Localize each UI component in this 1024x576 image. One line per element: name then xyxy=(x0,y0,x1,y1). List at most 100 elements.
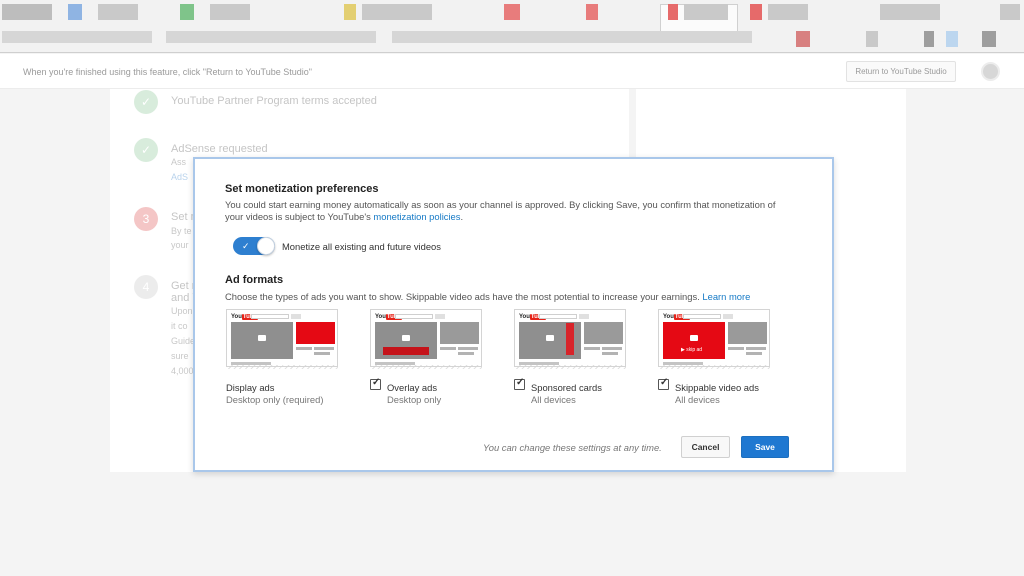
checkmark-icon: ✓ xyxy=(660,377,669,388)
blurred-bookmark[interactable] xyxy=(2,4,52,20)
blurred-extension-icon[interactable] xyxy=(946,31,958,47)
search-bar-shape xyxy=(539,314,577,319)
step-number: 3 xyxy=(134,207,158,231)
ad-format-sub: All devices xyxy=(531,394,576,405)
blurred-bookmark[interactable] xyxy=(68,4,82,20)
overlay-ads-checkbox[interactable]: ✓ xyxy=(370,377,381,390)
sidebar-thumb xyxy=(584,322,623,344)
avatar[interactable] xyxy=(981,62,1000,81)
learn-more-link[interactable]: Learn more xyxy=(702,291,750,302)
display-ads-thumbnail: YouTube xyxy=(226,309,338,367)
sidebar-line xyxy=(314,352,330,355)
blurred-address[interactable] xyxy=(392,31,752,43)
sidebar-line xyxy=(458,352,474,355)
torn-edge xyxy=(226,365,338,369)
step-sub: Ass xyxy=(171,157,187,167)
step-check-icon: ✓ xyxy=(134,90,158,114)
search-button-shape xyxy=(579,314,589,319)
blurred-bookmark[interactable] xyxy=(586,4,598,20)
step-sub-link[interactable]: AdS xyxy=(171,172,188,182)
return-to-studio-button[interactable]: Return to YouTube Studio xyxy=(846,61,956,82)
blurred-bookmark[interactable] xyxy=(880,4,940,20)
video-player-shape xyxy=(231,322,293,359)
sidebar-thumb xyxy=(440,322,479,344)
browser-chrome xyxy=(0,0,1024,53)
ad-format-display: YouTube Display ads Desktop only (requir… xyxy=(226,309,366,405)
ad-format-sub: All devices xyxy=(675,394,720,405)
sidebar-line xyxy=(296,347,312,350)
step-title: YouTube Partner Program terms accepted xyxy=(171,95,377,107)
ad-format-overlay: YouTube ✓ Overlay ads Desktop only xyxy=(370,309,510,405)
sidebar-line xyxy=(440,347,456,350)
display-ad-banner xyxy=(296,322,335,344)
save-button[interactable]: Save xyxy=(741,436,789,458)
sidebar-line xyxy=(746,347,766,350)
toggle-knob xyxy=(257,237,275,255)
logo-you: You xyxy=(375,314,386,320)
dialog-title: Set monetization preferences xyxy=(225,183,379,195)
blurred-address[interactable] xyxy=(166,31,376,43)
ad-format-sponsored-cards: YouTube ✓ Sponsored cards All devices xyxy=(514,309,654,405)
ad-formats-description-text: Choose the types of ads you want to show… xyxy=(225,291,700,302)
blurred-bookmark[interactable] xyxy=(180,4,194,20)
skippable-ads-checkbox[interactable]: ✓ xyxy=(658,377,669,390)
sponsored-cards-checkbox[interactable]: ✓ xyxy=(514,377,525,390)
blurred-bookmark[interactable] xyxy=(210,4,250,20)
torn-edge xyxy=(370,365,482,369)
ad-format-name: Display ads xyxy=(226,382,275,393)
torn-edge xyxy=(514,365,626,369)
sponsored-cards-thumbnail: YouTube xyxy=(514,309,626,367)
skippable-video-shape: ▶ skip ad xyxy=(663,322,725,359)
search-bar-shape xyxy=(251,314,289,319)
blurred-extension-icon[interactable] xyxy=(924,31,934,47)
skippable-ads-thumbnail: YouTube ▶ skip ad xyxy=(658,309,770,367)
blurred-bookmark[interactable] xyxy=(504,4,520,20)
step-sub: Upon xyxy=(171,306,193,316)
search-bar-shape xyxy=(683,314,721,319)
ad-formats-description: Choose the types of ads you want to show… xyxy=(225,291,750,302)
address-row xyxy=(0,31,1024,49)
ad-formats-title: Ad formats xyxy=(225,274,284,286)
step-sub: By te xyxy=(171,226,192,236)
sidebar-line xyxy=(458,347,478,350)
camera-icon xyxy=(546,335,554,341)
blurred-extension-icon[interactable] xyxy=(796,31,810,47)
step-sub: 4,000 xyxy=(171,366,194,376)
step-number: 4 xyxy=(134,275,158,299)
sponsored-card-strip xyxy=(566,323,574,355)
blurred-bookmark[interactable] xyxy=(362,4,432,20)
search-button-shape xyxy=(291,314,301,319)
blurred-extension-icon[interactable] xyxy=(982,31,996,47)
camera-icon xyxy=(690,335,698,341)
cancel-button[interactable]: Cancel xyxy=(681,436,730,458)
overlay-ad-bar xyxy=(383,347,429,355)
ad-format-name: Overlay ads xyxy=(387,382,438,393)
camera-icon xyxy=(258,335,266,341)
blurred-bookmark[interactable] xyxy=(768,4,808,20)
step-sub: your xyxy=(171,240,189,250)
blurred-bookmark[interactable] xyxy=(750,4,762,20)
blurred-extension-icon[interactable] xyxy=(866,31,878,47)
monetize-toggle[interactable]: ✓ xyxy=(233,237,275,255)
blurred-address[interactable] xyxy=(2,31,152,43)
search-button-shape xyxy=(435,314,445,319)
ad-format-name: Sponsored cards xyxy=(531,382,602,393)
settings-footer-note: You can change these settings at any tim… xyxy=(483,442,662,453)
torn-edge xyxy=(658,365,770,369)
skip-ad-label: ▶ skip ad xyxy=(681,347,703,353)
monetization-policies-link[interactable]: monetization policies xyxy=(373,211,460,222)
checkmark-icon: ✓ xyxy=(516,377,525,388)
blurred-bookmark[interactable] xyxy=(1000,4,1020,20)
blurred-tab-icon xyxy=(668,4,678,20)
description-end: . xyxy=(460,211,464,222)
description-text: You could start earning money automatica… xyxy=(225,199,776,222)
sidebar-line xyxy=(602,352,618,355)
step-title: AdSense requested xyxy=(171,143,268,155)
bookmarks-row xyxy=(0,4,1024,32)
sidebar-thumb xyxy=(728,322,767,344)
ad-format-name: Skippable video ads xyxy=(675,382,759,393)
blurred-bookmark[interactable] xyxy=(344,4,356,20)
search-button-shape xyxy=(723,314,733,319)
logo-you: You xyxy=(663,314,674,320)
blurred-bookmark[interactable] xyxy=(98,4,138,20)
